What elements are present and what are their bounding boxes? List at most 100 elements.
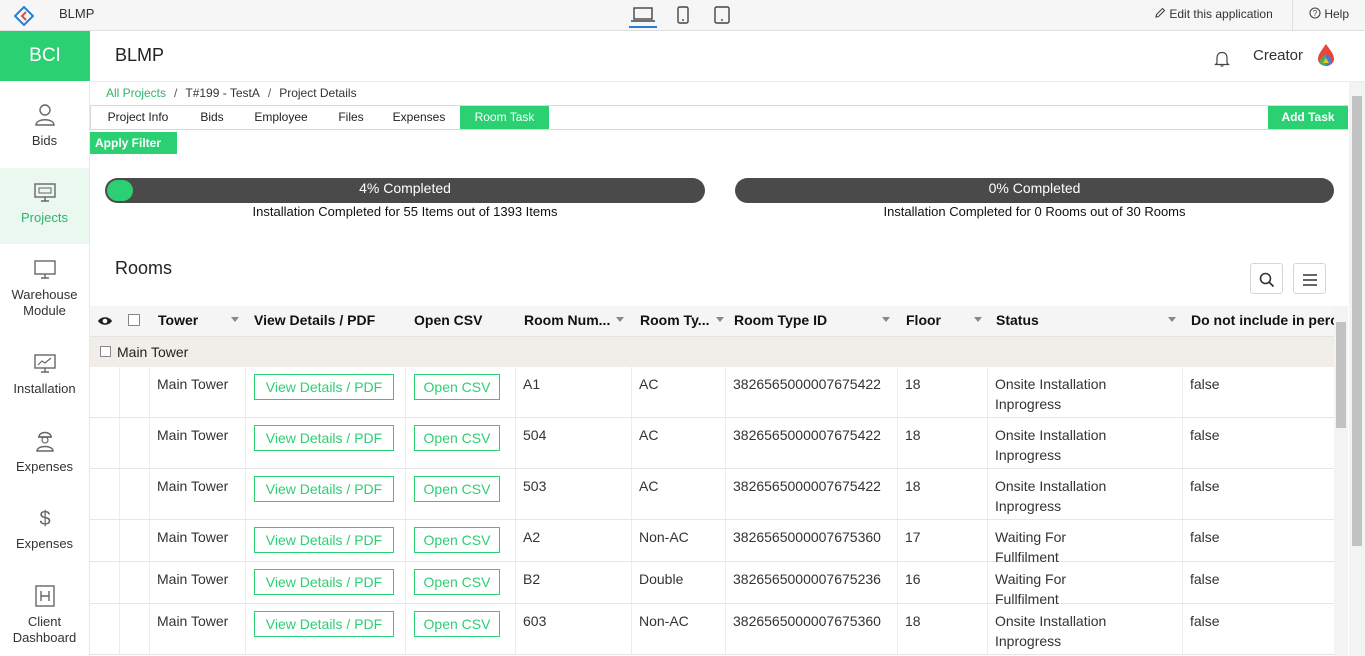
tab-files[interactable]: Files — [331, 106, 371, 129]
view-details-button-cell: View Details / PDF — [246, 367, 406, 417]
view-details-button[interactable]: View Details / PDF — [254, 569, 394, 595]
apply-filter-button[interactable]: Apply Filter — [90, 132, 177, 169]
cell-tower: Main Tower — [150, 562, 246, 603]
open-csv-button-cell: Open CSV — [406, 520, 516, 561]
cell-room-number-text: A1 — [523, 376, 541, 392]
edit-application-link[interactable]: Edit this application — [1154, 7, 1273, 21]
cell-status: Waiting For Fullfilment — [988, 520, 1183, 565]
open-csv-button[interactable]: Open CSV — [414, 569, 500, 595]
view-details-button[interactable]: View Details / PDF — [254, 611, 394, 637]
tab-expenses[interactable]: Expenses — [387, 106, 451, 129]
divider — [1292, 0, 1293, 31]
open-csv-button[interactable]: Open CSV — [414, 527, 500, 553]
search-icon — [1259, 272, 1275, 288]
cell-floor: 18 — [898, 604, 988, 654]
row-select-cell — [120, 562, 150, 603]
tab-employee[interactable]: Employee — [249, 106, 313, 129]
cell-floor: 18 — [898, 469, 988, 519]
page-header: BLMP Creator — [90, 31, 1365, 82]
view-details-button[interactable]: View Details / PDF — [254, 527, 394, 553]
column-header-do-not-include[interactable]: Do not include in perce — [1191, 306, 1335, 337]
cell-room-type: AC — [632, 367, 726, 417]
view-details-button[interactable]: View Details / PDF — [254, 374, 394, 400]
cell-room-type: Double — [632, 562, 726, 603]
mobile-view-button[interactable] — [669, 6, 697, 28]
table-row[interactable]: Main Tower View Details / PDF Open CSV 504 A… — [90, 418, 1335, 469]
table-scroll-thumb[interactable] — [1336, 322, 1346, 428]
help-link[interactable]: ? Help — [1309, 7, 1349, 21]
cell-tower-text: Main Tower — [157, 529, 229, 545]
edit-application-label: Edit this application — [1169, 7, 1273, 21]
breadcrumb-all-projects[interactable]: All Projects — [106, 86, 166, 100]
cell-tower-text: Main Tower — [157, 376, 229, 392]
sidebar-item-expenses-dollar[interactable]: $ Expenses — [0, 506, 89, 576]
cell-status: Waiting For Fullfilment — [988, 562, 1183, 607]
column-header-view-details: View Details / PDF — [254, 312, 376, 328]
open-csv-button[interactable]: Open CSV — [414, 374, 500, 400]
column-header-floor[interactable]: Floor — [906, 306, 986, 337]
table-row[interactable]: Main Tower View Details / PDF Open CSV 603 N… — [90, 604, 1335, 655]
cell-room-number: A1 — [516, 367, 632, 417]
view-details-button[interactable]: View Details / PDF — [254, 476, 394, 502]
search-button[interactable] — [1250, 263, 1283, 294]
table-row[interactable]: Main Tower View Details / PDF Open CSV B2 Do… — [90, 562, 1335, 607]
cell-status-text: Onsite Installation Inprogress — [995, 478, 1107, 514]
app-name: BLMP — [59, 6, 95, 21]
rooms-title: Rooms — [115, 258, 173, 278]
add-task-button[interactable]: Add Task — [1268, 106, 1348, 129]
cell-tower-text: Main Tower — [157, 478, 229, 494]
open-csv-button-cell: Open CSV — [406, 418, 516, 468]
eye-icon[interactable] — [97, 315, 113, 327]
column-header-room-number[interactable]: Room Num... — [524, 306, 632, 337]
sidebar-item-label: Warehouse Module — [11, 287, 78, 318]
sidebar-item-projects[interactable]: Projects — [0, 168, 89, 244]
cell-floor: 17 — [898, 520, 988, 561]
desktop-view-button[interactable] — [629, 6, 657, 28]
page-scrollbar[interactable] — [1349, 82, 1365, 656]
view-details-button[interactable]: View Details / PDF — [254, 425, 394, 451]
brand-logo[interactable]: BCI — [0, 31, 90, 81]
cell-room-number: 504 — [516, 418, 632, 468]
tab-room-task[interactable]: Room Task — [460, 106, 549, 129]
sidebar-item-client-dashboard[interactable]: Client Dashboard — [0, 584, 89, 654]
page-scroll-thumb[interactable] — [1352, 96, 1362, 546]
sidebar-item-label: Expenses — [15, 459, 74, 474]
sidebar-item-warehouse-module[interactable]: Warehouse Module — [0, 259, 89, 329]
cell-room-type-id: 3826565000007675422 — [726, 469, 898, 519]
column-header-room-type[interactable]: Room Ty... — [640, 306, 728, 337]
table-scrollbar[interactable] — [1334, 306, 1348, 656]
column-header-tower[interactable]: Tower — [158, 306, 243, 337]
cell-room-type-id-text: 3826565000007675360 — [733, 529, 881, 545]
select-all-checkbox[interactable] — [128, 314, 140, 326]
open-csv-button[interactable]: Open CSV — [414, 611, 500, 637]
table-row[interactable]: Main Tower View Details / PDF Open CSV 503 A… — [90, 469, 1335, 520]
row-eye-cell — [90, 418, 120, 468]
bell-icon[interactable] — [1214, 50, 1230, 68]
row-select-cell — [120, 367, 150, 417]
table-row[interactable]: Main Tower View Details / PDF Open CSV A2 No… — [90, 520, 1335, 565]
group-checkbox[interactable] — [100, 346, 111, 357]
cell-tower-text: Main Tower — [157, 571, 229, 587]
sidebar-item-expenses[interactable]: Expenses — [0, 429, 89, 499]
tablet-view-button[interactable] — [708, 6, 736, 28]
menu-button[interactable] — [1293, 263, 1326, 294]
sidebar-item-bids[interactable]: Bids — [0, 103, 89, 173]
tablet-icon — [714, 6, 730, 24]
table-row[interactable]: Main Tower View Details / PDF Open CSV A1 AC… — [90, 367, 1335, 418]
tab-project-info[interactable]: Project Info — [97, 106, 179, 129]
column-header-room-type-id[interactable]: Room Type ID — [734, 306, 894, 337]
open-csv-button[interactable]: Open CSV — [414, 425, 500, 451]
column-header-status[interactable]: Status — [996, 306, 1184, 337]
tab-bids[interactable]: Bids — [191, 106, 233, 129]
breadcrumb-project[interactable]: T#199 - TestA — [185, 86, 259, 100]
row-select-cell — [120, 418, 150, 468]
sidebar-item-label: Bids — [31, 133, 58, 148]
cell-room-type-text: AC — [639, 427, 659, 443]
monitor-icon — [33, 260, 56, 279]
monitor-icon — [33, 183, 56, 202]
sidebar-item-installation[interactable]: Installation — [0, 353, 89, 423]
open-csv-button[interactable]: Open CSV — [414, 476, 500, 502]
cell-room-number-text: 504 — [523, 427, 547, 443]
user-name[interactable]: Creator — [1253, 47, 1303, 64]
cell-do-not-include-text: false — [1190, 613, 1220, 629]
